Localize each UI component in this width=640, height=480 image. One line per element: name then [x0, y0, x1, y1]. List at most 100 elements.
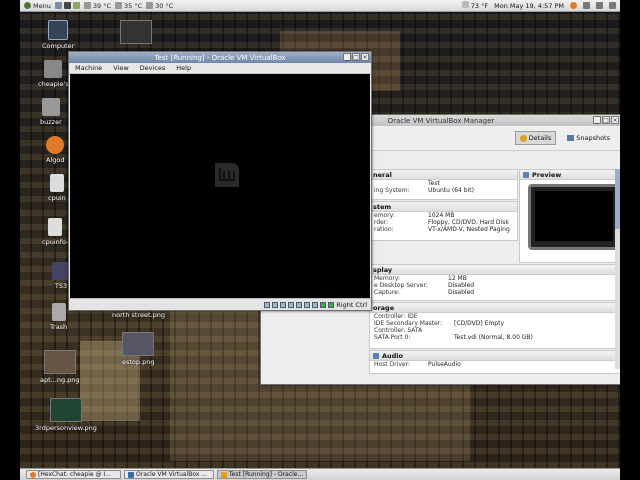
desktop-icon-3rdperson[interactable]: 3rdpersonview.png — [35, 398, 97, 432]
update-icon[interactable] — [570, 2, 577, 9]
weather-widget[interactable]: 73 °F — [461, 1, 489, 10]
desktop-icon-apt[interactable]: apt...ng.png — [40, 350, 80, 384]
task-virtualbox-manager[interactable]: Oracle VM VirtualBox ... — [124, 470, 214, 479]
detail-key: emory: — [374, 212, 395, 219]
detail-key: Controller: IDE — [374, 313, 418, 320]
task-vm-running[interactable]: Test [Running] - Oracle... — [217, 470, 307, 479]
snapshots-button[interactable]: Snapshots — [562, 131, 615, 145]
detail-value: PulseAudio — [428, 361, 461, 368]
details-button[interactable]: Details — [514, 131, 557, 145]
section-header[interactable]: Audio — [370, 351, 620, 361]
trash-icon — [51, 303, 66, 321]
details-scrollbar[interactable] — [615, 169, 620, 369]
task-hexchat[interactable]: [HexChat: cheapie @ I... — [26, 470, 121, 479]
network-adapter-icon[interactable] — [296, 301, 303, 308]
host-key-label: Right Ctrl — [336, 300, 367, 309]
section-header[interactable]: splay — [370, 265, 620, 275]
app-icon — [46, 136, 65, 154]
monitor-icon[interactable] — [72, 2, 80, 9]
top-panel: Menu 39 °C 35 °C 30 °C 73 °F Mon May 19,… — [20, 0, 620, 12]
preview-image — [535, 191, 613, 241]
launcher-icons — [54, 2, 80, 9]
maximize-button[interactable]: □ — [352, 53, 360, 61]
terminal-icon[interactable] — [63, 2, 71, 9]
thermometer-icon — [115, 2, 122, 9]
display-icon[interactable] — [304, 301, 311, 308]
desktop-icon-computer[interactable]: Computer — [42, 20, 74, 50]
desktop-icon-image[interactable] — [120, 20, 152, 46]
close-button[interactable]: × — [361, 53, 369, 61]
desktop-icon-estop[interactable]: estop.png — [122, 332, 154, 366]
menu-machine[interactable]: Machine — [75, 64, 102, 72]
keyboard-capture-icon[interactable] — [328, 301, 335, 308]
vm-icon — [221, 471, 227, 478]
close-button[interactable]: × — [611, 116, 619, 124]
folder-icon — [41, 98, 60, 116]
sensor-value: 35 °C — [124, 1, 143, 10]
weather-temp: 73 °F — [470, 2, 489, 10]
vm-titlebar[interactable]: Test [Running] - Oracle VM VirtualBox _ … — [69, 52, 371, 63]
mouse-integration-icon[interactable] — [320, 301, 327, 308]
text-file-icon — [49, 174, 64, 192]
file-manager-icon[interactable] — [54, 2, 62, 9]
detail-value: Disabled — [448, 289, 475, 296]
left-letterbox — [0, 0, 20, 480]
window-controls: _ □ × — [593, 116, 619, 124]
audio-section: Audio Host Driver: PulseAudio — [369, 350, 620, 374]
hexchat-icon — [30, 471, 36, 478]
image-thumbnail-icon — [122, 332, 155, 356]
image-thumbnail-icon — [49, 398, 82, 422]
shared-folder-icon[interactable] — [288, 301, 295, 308]
detail-key — [370, 180, 428, 187]
menu-help[interactable]: Help — [176, 64, 191, 72]
minimize-button[interactable]: _ — [593, 116, 601, 124]
hard-disk-icon[interactable] — [264, 301, 271, 308]
guest-display[interactable] — [70, 74, 370, 299]
detail-value: 1024 MB — [428, 212, 455, 219]
video-capture-icon[interactable] — [312, 301, 319, 308]
section-header[interactable]: orage — [370, 303, 620, 313]
optical-drive-icon[interactable] — [272, 301, 279, 308]
detail-value: Disabled — [448, 282, 475, 289]
clock[interactable]: Mon May 19, 4:57 PM — [494, 2, 564, 10]
volume-icon[interactable] — [596, 2, 603, 9]
section-header[interactable]: neral — [370, 170, 517, 180]
section-header[interactable]: Preview — [520, 170, 620, 180]
preview-section: Preview — [519, 169, 620, 263]
desktop-icon-cheapies[interactable]: cheapie's — [38, 60, 69, 88]
desktop-icon-cpuin[interactable]: cpuin — [48, 174, 66, 202]
detail-key: Controller: SATA — [374, 327, 423, 334]
icon-label: estop.png — [122, 358, 155, 366]
network-icon[interactable] — [583, 2, 590, 9]
vm-title: Test [Running] - Oracle VM VirtualBox — [154, 53, 286, 62]
desktop-icon-cpuinfo[interactable]: cpuinfo- — [42, 218, 68, 246]
icon-label: buzzer — [40, 118, 62, 126]
details-label: Details — [528, 134, 552, 142]
power-icon[interactable] — [609, 2, 616, 9]
icon-label: TS3 — [54, 282, 68, 290]
system-section: stem emory: 1024 MB rder: Floppy, CD/DVD, … — [369, 201, 518, 241]
desktop-icon-buzzer[interactable]: buzzer — [40, 98, 62, 126]
scrollbar-thumb[interactable] — [615, 169, 620, 229]
desktop-icon-trash[interactable]: Trash — [50, 303, 67, 331]
minimize-button[interactable]: _ — [343, 53, 351, 61]
maximize-button[interactable]: □ — [602, 116, 610, 124]
menu-view[interactable]: View — [113, 64, 128, 72]
detail-key: ing System: — [374, 187, 410, 194]
section-title: orage — [373, 303, 395, 312]
image-thumbnail-icon — [120, 20, 152, 44]
desktop-icon-algod[interactable]: Algod — [46, 136, 64, 164]
menu-devices[interactable]: Devices — [140, 64, 166, 72]
menu-button[interactable]: Menu — [24, 2, 51, 10]
icon-label: cpuinfo- — [42, 238, 69, 246]
detail-key: IDE Secondary Master: — [374, 320, 443, 327]
detail-key: rder: — [374, 219, 389, 226]
section-header[interactable]: stem — [370, 202, 517, 212]
speaker-icon — [373, 352, 379, 359]
vm-running-window[interactable]: Test [Running] - Oracle VM VirtualBox _ … — [68, 51, 372, 311]
usb-icon[interactable] — [280, 301, 287, 308]
mint-logo-icon — [215, 163, 239, 187]
panel-right: 73 °F Mon May 19, 4:57 PM — [461, 1, 616, 10]
desktop-screen: Menu 39 °C 35 °C 30 °C 73 °F Mon May 19,… — [20, 0, 620, 480]
section-title: splay — [373, 265, 393, 274]
